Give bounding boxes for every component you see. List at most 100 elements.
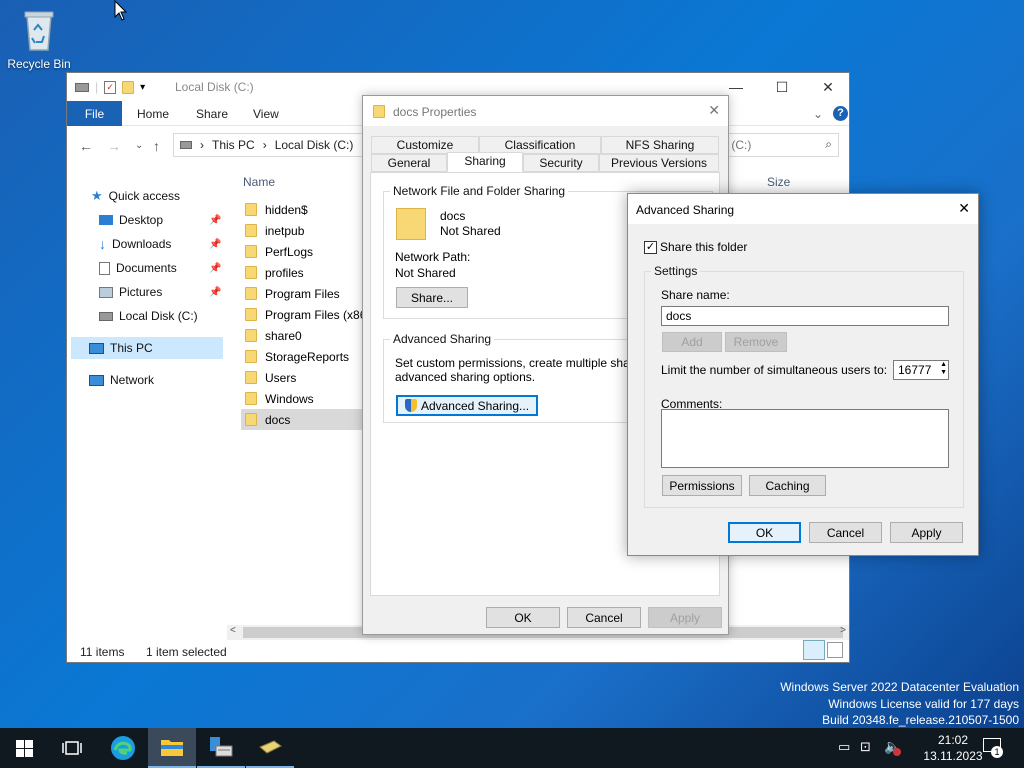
column-header-size[interactable]: Size <box>767 175 790 189</box>
tab-previous-versions[interactable]: Previous Versions <box>599 154 719 172</box>
file-item[interactable]: Users <box>241 367 363 388</box>
close-icon[interactable]: ✕ <box>708 102 720 119</box>
share-button[interactable]: Share... <box>396 287 468 308</box>
customize-toolbar-icon[interactable]: ▾ <box>140 82 145 93</box>
chevron-down-icon[interactable]: ▼ <box>940 369 947 376</box>
folder-icon <box>245 329 257 342</box>
help-icon[interactable]: ? <box>833 106 848 121</box>
sidebar-item-quick-access[interactable]: ★ Quick access <box>91 185 180 207</box>
notepad-button[interactable] <box>246 728 294 768</box>
tab-sharing[interactable]: Sharing <box>447 152 523 172</box>
cancel-button[interactable]: Cancel <box>809 522 882 543</box>
new-folder-icon[interactable] <box>122 80 135 94</box>
tab-general[interactable]: General <box>371 154 447 172</box>
file-item[interactable]: inetpub <box>241 220 363 241</box>
expand-ribbon-icon[interactable]: ⌄ <box>813 107 823 121</box>
file-item[interactable]: profiles <box>241 262 363 283</box>
cancel-button[interactable]: Cancel <box>567 607 641 628</box>
properties-icon[interactable]: ✓ <box>104 80 117 94</box>
start-button[interactable] <box>0 728 48 768</box>
file-item[interactable]: Program Files <box>241 283 363 304</box>
sidebar-item-local-disk[interactable]: Local Disk (C:) <box>99 305 198 327</box>
notifications-button[interactable]: 1 <box>983 738 1003 758</box>
recent-locations-icon[interactable]: ⌄ <box>135 140 143 151</box>
apply-button[interactable]: Apply <box>648 607 722 628</box>
advanced-description: advanced sharing options. <box>395 370 536 384</box>
tab-view[interactable]: View <box>253 107 279 121</box>
up-arrow-icon[interactable]: ↑ <box>153 138 160 154</box>
task-view-button[interactable] <box>48 728 96 768</box>
remove-button[interactable]: Remove <box>725 332 787 352</box>
breadcrumb-local-disk[interactable]: Local Disk (C:) <box>275 138 354 152</box>
apply-button[interactable]: Apply <box>890 522 963 543</box>
maximize-button[interactable]: ☐ <box>759 73 805 101</box>
share-this-folder-checkbox[interactable]: ✓ Share this folder <box>644 240 747 254</box>
large-icons-view-icon[interactable] <box>827 642 843 658</box>
caching-button[interactable]: Caching <box>749 475 826 496</box>
file-item-selected[interactable]: docs <box>241 409 363 430</box>
sidebar-item-label: This PC <box>110 341 153 355</box>
people-icon[interactable]: ▭ <box>838 739 850 755</box>
file-name: share0 <box>265 328 302 343</box>
tab-share[interactable]: Share <box>196 107 228 121</box>
sidebar-item-pictures[interactable]: Pictures 📌 <box>99 281 239 303</box>
back-arrow-icon[interactable]: ← <box>79 138 93 154</box>
file-item[interactable]: share0 <box>241 325 363 346</box>
folder-icon <box>245 245 257 258</box>
clock[interactable]: 21:02 13.11.2023 <box>920 732 986 764</box>
folder-icon <box>373 105 385 118</box>
sidebar-item-this-pc[interactable]: This PC <box>71 337 223 359</box>
chevron-up-icon[interactable]: ▲ <box>940 361 947 368</box>
sidebar-item-documents[interactable]: Documents 📌 <box>99 257 239 279</box>
file-item[interactable]: Windows <box>241 388 363 409</box>
share-name-input[interactable]: docs <box>661 306 949 326</box>
file-item[interactable]: hidden$ <box>241 199 363 220</box>
ok-button[interactable]: OK <box>728 522 801 543</box>
permissions-button[interactable]: Permissions <box>662 475 742 496</box>
column-header-name[interactable]: Name <box>243 175 275 189</box>
tab-security[interactable]: Security <box>523 154 599 172</box>
tab-home[interactable]: Home <box>137 107 169 121</box>
file-item[interactable]: Program Files (x86) <box>241 304 363 325</box>
ok-button[interactable]: OK <box>486 607 560 628</box>
drive-icon <box>180 141 192 149</box>
network-icon <box>89 374 104 386</box>
sidebar-item-network[interactable]: Network <box>89 369 154 391</box>
folder-icon <box>245 392 257 405</box>
tab-file[interactable]: File <box>67 101 122 126</box>
address-bar[interactable]: › This PC › Local Disk (C:) <box>173 133 363 157</box>
folder-icon <box>245 203 257 216</box>
breadcrumb-this-pc[interactable]: This PC <box>212 138 255 152</box>
search-input[interactable]: k (C:) ⌕ <box>715 133 839 157</box>
settings-group: Settings Share name: docs Add Remove Lim… <box>644 264 964 508</box>
clock-date: 13.11.2023 <box>923 749 983 763</box>
notification-count: 1 <box>991 746 1003 758</box>
file-explorer-taskbar-button[interactable] <box>148 728 196 768</box>
network-icon[interactable]: ⊡ <box>860 739 871 755</box>
user-limit-stepper[interactable]: 16777 ▲ ▼ <box>893 360 949 380</box>
close-icon[interactable]: ✕ <box>958 200 970 217</box>
scroll-right-icon[interactable]: > <box>840 625 846 636</box>
scroll-left-icon[interactable]: < <box>230 625 236 636</box>
file-item[interactable]: StorageReports <box>241 346 363 367</box>
folder-share-state: Not Shared <box>440 224 501 238</box>
edge-browser-button[interactable] <box>99 728 147 768</box>
recycle-bin[interactable]: Recycle Bin <box>6 8 72 71</box>
close-button[interactable]: ✕ <box>805 73 851 101</box>
pin-icon: 📌 <box>209 286 222 298</box>
sidebar-item-desktop[interactable]: Desktop 📌 <box>99 209 239 231</box>
sidebar-item-downloads[interactable]: ↓ Downloads 📌 <box>99 233 239 255</box>
add-button[interactable]: Add <box>662 332 722 352</box>
chevron-right-icon: › <box>200 138 204 152</box>
comments-textarea[interactable] <box>661 409 949 468</box>
server-manager-button[interactable] <box>197 728 245 768</box>
computer-icon <box>89 342 104 354</box>
drive-icon <box>99 311 113 321</box>
advanced-sharing-button[interactable]: Advanced Sharing... <box>396 395 538 416</box>
file-item[interactable]: PerfLogs <box>241 241 363 262</box>
tab-nfs-sharing[interactable]: NFS Sharing <box>601 136 719 154</box>
file-name: PerfLogs <box>265 244 314 259</box>
details-view-icon[interactable] <box>803 640 825 660</box>
forward-arrow-icon[interactable]: → <box>107 138 121 154</box>
file-name: docs <box>265 412 291 427</box>
